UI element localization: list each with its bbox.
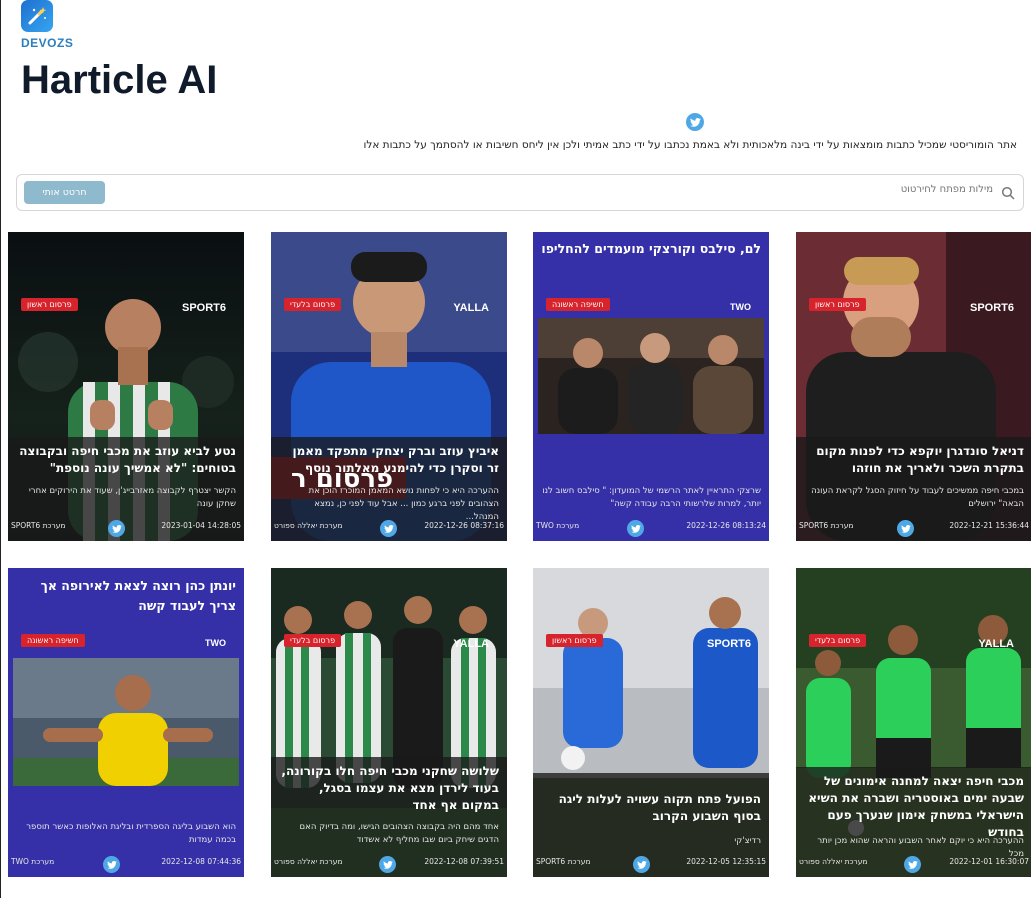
- card-editor: מערכת SPORT6: [799, 521, 854, 530]
- card-headline[interactable]: דניאל סונדגרן יוקפא כדי לפנות מקום בתקרת…: [804, 443, 1024, 477]
- card-date: 2022-12-01 16:30:07: [949, 857, 1029, 866]
- card-headline[interactable]: איביץ עוזב וברק יצחקי מתפקד מאמן זר וסקר…: [279, 443, 499, 477]
- page: DEVOZS Harticle AI אתר הומוריסטי שמכיל כ…: [0, 0, 1031, 898]
- card-summary: הוא השבוע בליגה הספרדית ובליגת האלופות כ…: [26, 822, 236, 845]
- article-card[interactable]: SPORT6 פרסום ראשון נטע לביא עוזב את מכבי…: [8, 232, 244, 541]
- source-label: SPORT6: [969, 302, 1014, 314]
- search-bar: חרטט אותי: [16, 174, 1024, 211]
- card-editor: מערכת SPORT6: [11, 521, 66, 530]
- card-editor: מערכת TWO: [536, 521, 580, 530]
- card-summary: שרצקי התראיין לאתר הרשמי של המועדון: " ס…: [542, 486, 761, 509]
- source-label: TWO: [205, 638, 226, 648]
- article-card[interactable]: לם, סילבס וקורצקי מועמדים להחליפו TWO חש…: [533, 232, 769, 541]
- search-input[interactable]: [353, 184, 993, 195]
- card-meta: מערכת SPORT6 2022-12-05 12:35:15: [536, 857, 766, 869]
- status-badge: פרסום ראשון: [546, 634, 603, 647]
- card-editor: מערכת TWO: [11, 857, 55, 866]
- card-summary: רדיצ'קי: [734, 836, 761, 846]
- card-summary: הקשר יצטרף לקבוצה מאזרבייג'ן, שעוד את הי…: [28, 486, 236, 509]
- card-editor: מערכת יאללה ספורט: [274, 521, 343, 530]
- app-logo[interactable]: [21, 0, 53, 32]
- article-card[interactable]: YALLA פרסום בלעדי מכבי חיפה יצאה למחנה א…: [796, 568, 1031, 877]
- article-image: [13, 658, 239, 786]
- article-image: [538, 318, 764, 434]
- card-date: 2022-12-08 07:39:51: [424, 857, 504, 866]
- card-date: 2022-12-08 07:44:36: [161, 857, 241, 866]
- card-meta: מערכת TWO 2022-12-08 07:44:36: [11, 857, 241, 869]
- card-editor: מערכת יאללה ספורט: [799, 857, 868, 866]
- card-date: 2022-12-05 12:35:15: [686, 857, 766, 866]
- card-editor: מערכת SPORT6: [536, 857, 591, 866]
- card-headline[interactable]: מכבי חיפה יצאה למחנה אימונים של שבעה ימי…: [804, 773, 1024, 841]
- status-badge: פרסום בלעדי: [284, 634, 342, 647]
- status-badge: חשיפה ראשונה: [546, 298, 610, 311]
- status-badge: פרסום ראשון: [809, 298, 866, 311]
- card-date: 2022-12-26 08:13:24: [686, 521, 766, 530]
- card-meta: מערכת SPORT6 2023-01-04 14:28:05: [11, 521, 241, 533]
- search-icon: [1001, 186, 1015, 200]
- article-card[interactable]: פרסום ר YALLA פרסום בלעדי איביץ עוזב ובר…: [271, 232, 507, 541]
- status-badge: חשיפה ראשונה: [21, 634, 85, 647]
- card-headline[interactable]: הפועל פתח תקוה עשויה לעלות ליגה בסוף השב…: [541, 791, 761, 825]
- card-date: 2023-01-04 14:28:05: [161, 521, 241, 530]
- card-headline[interactable]: לם, סילבס וקורצקי מועמדים להחליפו: [541, 240, 761, 257]
- article-card[interactable]: YALLA פרסום בלעדי שלושה שחקני מכבי חיפה …: [271, 568, 507, 877]
- article-card[interactable]: SPORT6 פרסום ראשון דניאל סונדגרן יוקפא כ…: [796, 232, 1031, 541]
- card-summary: אחד מהם היה בקבוצה הצהובים הגישו, ומה בד…: [299, 822, 499, 845]
- card-meta: מערכת יאללה ספורט 2022-12-01 16:30:07: [799, 857, 1029, 869]
- source-label: YALLA: [453, 302, 489, 314]
- status-badge: פרסום בלעדי: [284, 298, 342, 311]
- card-headline[interactable]: יונתן כהן רוצה לצאת לאירופה אך צריך לעבו…: [16, 576, 236, 616]
- card-date: 2022-12-21 15:36:44: [949, 521, 1029, 530]
- source-label: YALLA: [978, 638, 1014, 650]
- article-card[interactable]: יונתן כהן רוצה לצאת לאירופה אך צריך לעבו…: [8, 568, 244, 877]
- source-label: SPORT6: [181, 302, 226, 314]
- card-meta: מערכת יאללה ספורט 2022-12-08 07:39:51: [274, 857, 504, 869]
- generate-button[interactable]: חרטט אותי: [24, 181, 105, 204]
- page-title: Harticle AI: [21, 58, 218, 102]
- brand-name: DEVOZS: [21, 36, 74, 50]
- status-badge: פרסום ראשון: [21, 298, 78, 311]
- card-meta: מערכת TWO 2022-12-26 08:13:24: [536, 521, 766, 533]
- magic-wand-icon: [28, 7, 47, 25]
- card-summary: ההערכה היא כי לפחות נושא המאמן המוכרז הו…: [308, 486, 499, 522]
- source-label: YALLA: [453, 638, 489, 650]
- card-meta: מערכת SPORT6 2022-12-21 15:36:44: [799, 521, 1029, 533]
- disclaimer-text: אתר הומוריסטי שמכיל כתבות מומצאות על ידי…: [363, 139, 1017, 151]
- card-headline[interactable]: שלושה שחקני מכבי חיפה חלו בקורונה, בעוד …: [279, 763, 499, 814]
- card-editor: מערכת יאללה ספורט: [274, 857, 343, 866]
- card-headline[interactable]: נטע לביא עוזב את מכבי חיפה ובקבוצה בטוחי…: [16, 443, 236, 477]
- card-summary: במכבי חיפה ממשיכים לעבוד על חיזוק הסגל ל…: [811, 486, 1024, 509]
- card-date: 2022-12-26 08:37:16: [424, 521, 504, 530]
- twitter-share-button[interactable]: [686, 113, 704, 131]
- twitter-icon: [689, 117, 701, 127]
- source-label: SPORT6: [706, 638, 751, 650]
- status-badge: פרסום בלעדי: [809, 634, 867, 647]
- source-label: TWO: [730, 302, 751, 312]
- article-card[interactable]: SPORT6 פרסום ראשון הפועל פתח תקוה עשויה …: [533, 568, 769, 877]
- card-meta: מערכת יאללה ספורט 2022-12-26 08:37:16: [274, 521, 504, 533]
